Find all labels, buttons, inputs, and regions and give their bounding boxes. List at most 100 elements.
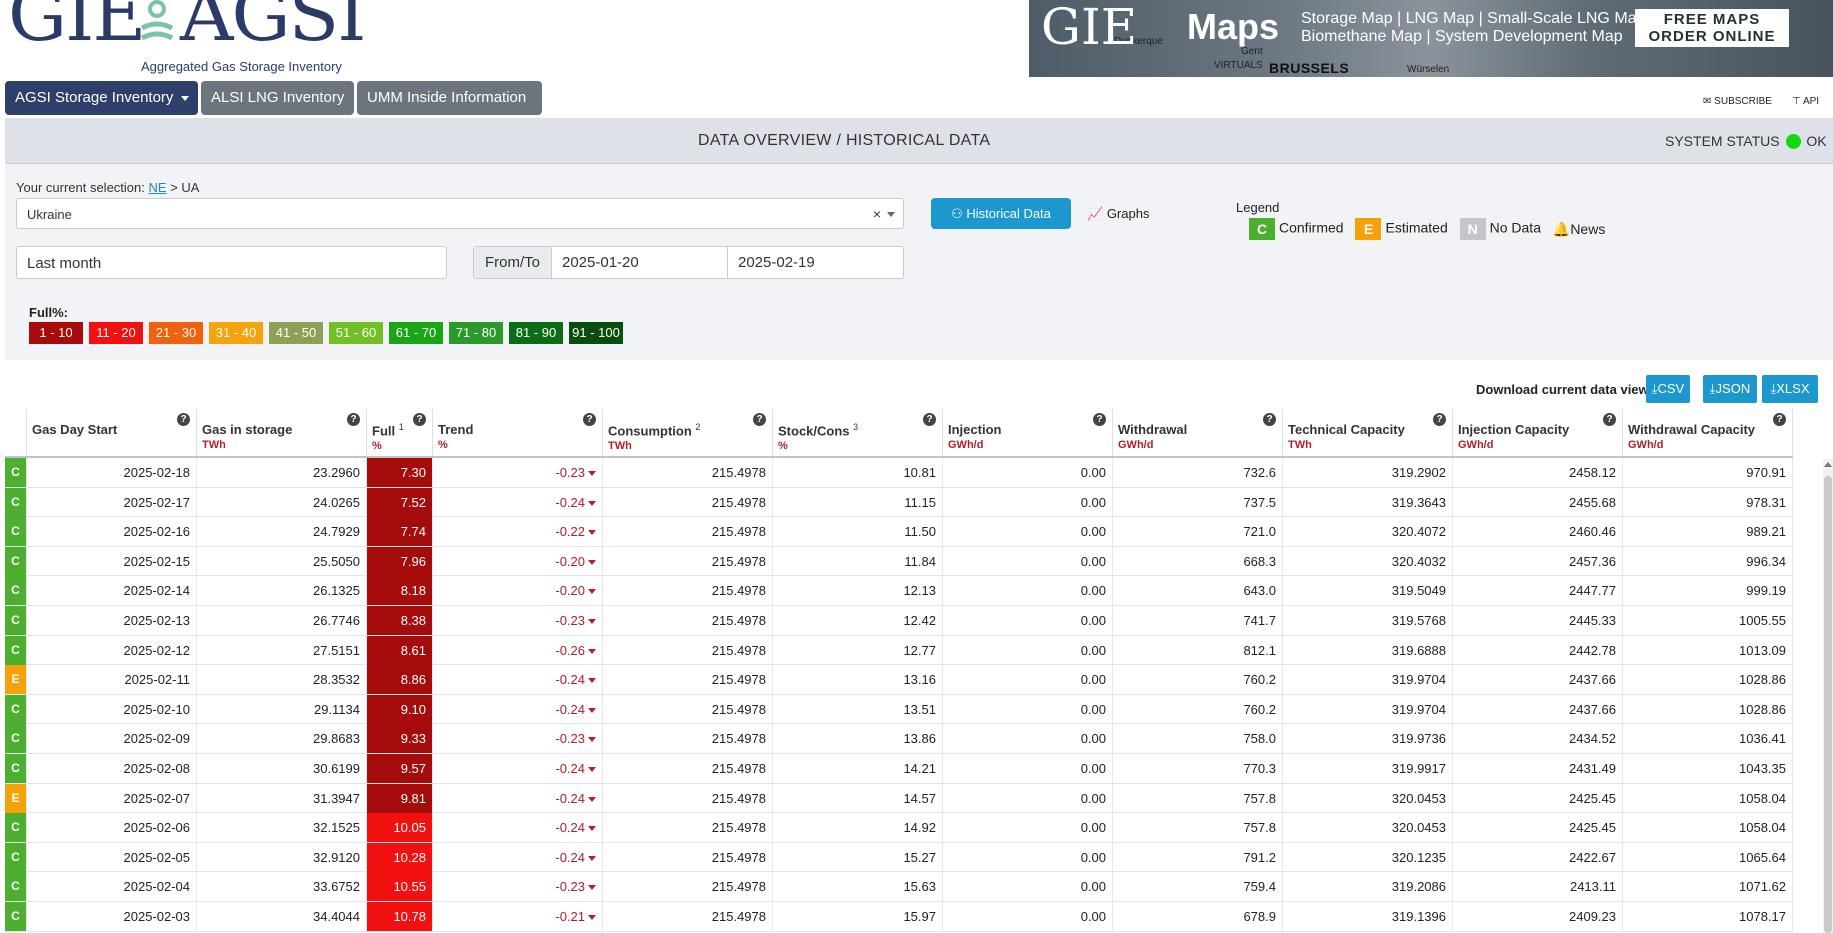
status-badge: C — [5, 576, 27, 606]
cell-cons: 215.4978 — [603, 783, 773, 813]
period-select[interactable]: Last month — [16, 246, 447, 279]
help-icon[interactable]: ? — [1093, 413, 1106, 426]
help-icon[interactable]: ? — [753, 413, 766, 426]
column-header[interactable]: Injection Capacity GWh/d? — [1453, 409, 1623, 456]
subscribe-link[interactable]: ✉ SUBSCRIBE — [1703, 96, 1772, 107]
cell-full: 10.78 — [367, 901, 433, 931]
column-header-name: Gas Day Start — [32, 422, 192, 437]
cell-cons: 215.4978 — [603, 576, 773, 606]
cell-injcap: 2409.23 — [1453, 901, 1623, 931]
caret-down-icon — [181, 95, 190, 101]
cell-cons: 215.4978 — [603, 517, 773, 547]
trend-value: -0.20 — [555, 583, 585, 599]
download-json-label: JSON — [1715, 381, 1751, 396]
column-header[interactable]: Stock/Cons 3%? — [773, 409, 943, 456]
cell-cons: 215.4978 — [603, 458, 773, 487]
column-header[interactable]: Gas in storage TWh? — [197, 409, 367, 456]
scale-chip: 71 - 80 — [449, 322, 503, 344]
help-icon[interactable]: ? — [1603, 413, 1616, 426]
cell-inj: 0.00 — [943, 724, 1113, 754]
column-header[interactable]: Withdrawal GWh/d? — [1113, 409, 1283, 456]
to-date-input[interactable]: 2025-02-19 — [728, 247, 903, 278]
nav-agsi-storage-inventory[interactable]: AGSI Storage Inventory — [5, 81, 198, 115]
table-row: C 2025-02-13 26.7746 8.38 -0.23 215.4978 12.42… — [5, 605, 1793, 636]
help-icon[interactable]: ? — [413, 413, 426, 426]
help-icon[interactable]: ? — [1433, 413, 1446, 426]
help-icon[interactable]: ? — [923, 413, 936, 426]
trend-value: -0.23 — [555, 731, 585, 747]
cell-cons: 215.4978 — [603, 872, 773, 902]
cell-trend: -0.24 — [433, 813, 603, 843]
trend-value: -0.24 — [555, 790, 585, 806]
gie-maps-banner[interactable]: Dunkerque VIRTUALS Gent Würselen BRUSSEL… — [1029, 0, 1833, 77]
cell-tech: 319.5049 — [1283, 576, 1453, 606]
trend-value: -0.24 — [555, 760, 585, 776]
column-header[interactable]: Consumption 2 TWh? — [603, 409, 773, 456]
cell-gas: 32.1525 — [197, 813, 367, 843]
column-header-name: Injection — [948, 422, 1108, 437]
nav-alsi-lng-inventory[interactable]: ALSI LNG Inventory — [201, 81, 354, 115]
status-badge: C — [5, 458, 27, 487]
from-to-label: From/To — [474, 247, 552, 278]
nav-umm-inside-information[interactable]: UMM Inside Information — [357, 81, 542, 115]
column-header[interactable]: Withdrawal Capacity GWh/d? — [1623, 409, 1793, 456]
cell-cons: 215.4978 — [603, 901, 773, 931]
from-date-input[interactable]: 2025-01-20 — [552, 247, 728, 278]
cell-stock: 10.81 — [773, 458, 943, 487]
legend-label-estimated: Estimated — [1385, 219, 1448, 236]
selection-link-ne[interactable]: NE — [149, 180, 167, 195]
cell-wdcap: 996.34 — [1623, 546, 1793, 576]
scale-chip: 11 - 20 — [89, 322, 143, 344]
cell-date: 2025-02-18 — [27, 458, 197, 487]
cell-full: 9.10 — [367, 694, 433, 724]
scale-chip: 51 - 60 — [329, 322, 383, 344]
scroll-up-arrow-icon[interactable] — [1824, 462, 1832, 467]
footnote-marker: 3 — [853, 422, 859, 432]
chevron-down-icon[interactable] — [887, 212, 895, 217]
legend-estimated: E Estimated — [1355, 218, 1448, 240]
help-icon[interactable]: ? — [177, 413, 190, 426]
help-icon[interactable]: ? — [583, 413, 596, 426]
country-select[interactable]: Ukraine × — [16, 198, 904, 229]
column-name-text: Full — [372, 423, 396, 439]
cell-full: 7.30 — [367, 458, 433, 487]
logo-subtitle: Aggregated Gas Storage Inventory — [141, 59, 342, 74]
banner-order-button[interactable]: FREE MAPS ORDER ONLINE — [1635, 9, 1789, 47]
cell-injcap: 2437.66 — [1453, 665, 1623, 695]
cell-wd: 643.0 — [1113, 576, 1283, 606]
historical-data-button[interactable]: ⚇ Historical Data — [931, 198, 1071, 229]
table-scrollbar-thumb[interactable] — [1824, 476, 1832, 933]
clear-icon[interactable]: × — [873, 206, 881, 222]
cell-stock: 12.42 — [773, 605, 943, 635]
cell-date: 2025-02-04 — [27, 872, 197, 902]
scale-chip: 81 - 90 — [509, 322, 563, 344]
column-header[interactable]: Technical Capacity TWh? — [1283, 409, 1453, 456]
cell-inj: 0.00 — [943, 872, 1113, 902]
column-unit: TWh — [202, 439, 226, 451]
help-icon[interactable]: ? — [347, 413, 360, 426]
column-header[interactable]: Gas Day Start? — [27, 409, 197, 456]
download-xlsx-button[interactable]: ⤓XLSX — [1762, 375, 1818, 403]
download-csv-label: CSV — [1657, 381, 1685, 396]
gie-agsi-logo[interactable]: GIE AGSI Aggregated Gas Storage Inventor… — [8, 0, 366, 78]
column-header[interactable]: Full 1%? — [367, 409, 433, 456]
cell-wd: 668.3 — [1113, 546, 1283, 576]
help-icon[interactable]: ? — [1263, 413, 1276, 426]
graphs-button[interactable]: 📈 Graphs — [1087, 198, 1149, 229]
bell-icon: 🔔 — [1552, 220, 1571, 237]
historical-data-table: Gas Day Start? Gas in storage TWh? Full 1%?… — [5, 409, 1793, 932]
trend-value: -0.21 — [555, 908, 585, 924]
download-csv-button[interactable]: ⤓CSV — [1646, 375, 1690, 403]
column-header[interactable]: Injection GWh/d? — [943, 409, 1113, 456]
cell-injcap: 2437.66 — [1453, 694, 1623, 724]
cell-cons: 215.4978 — [603, 753, 773, 783]
api-link[interactable]: ⊤ API — [1792, 96, 1819, 107]
help-icon[interactable]: ? — [1773, 413, 1786, 426]
cell-tech: 320.4072 — [1283, 517, 1453, 547]
system-status-value: OK — [1806, 133, 1827, 149]
caret-down-icon — [588, 826, 596, 832]
cell-date: 2025-02-13 — [27, 605, 197, 635]
status-badge: C — [5, 635, 27, 665]
column-header[interactable]: Trend%? — [433, 409, 603, 456]
download-json-button[interactable]: ⤓JSON — [1703, 375, 1757, 403]
